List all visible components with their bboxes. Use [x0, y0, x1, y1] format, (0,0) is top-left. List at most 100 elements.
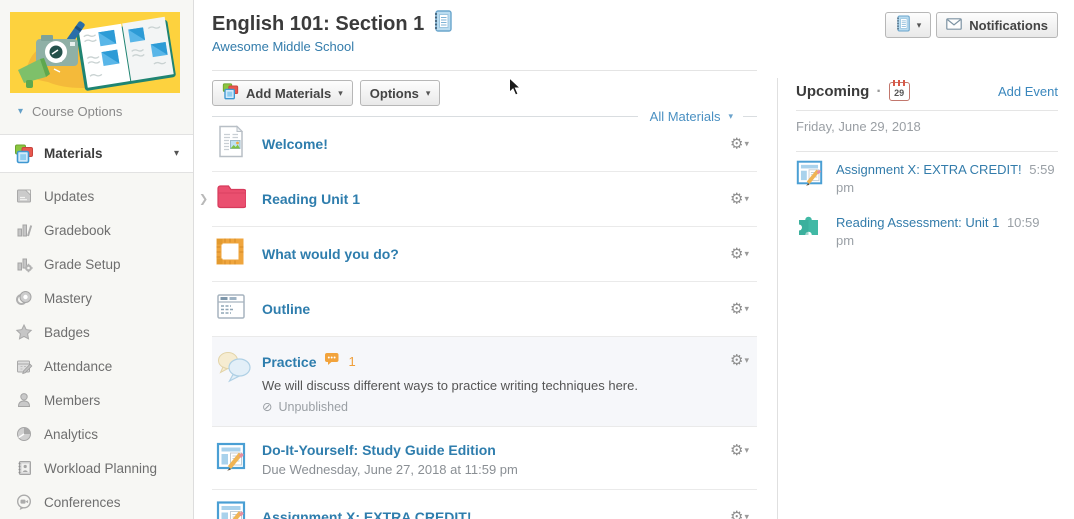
- chevron-down-icon: ▾: [744, 249, 749, 260]
- discussion-bubbles-icon: [216, 351, 252, 388]
- row-gear-menu[interactable]: ⚙ ▾: [730, 137, 749, 152]
- event-title[interactable]: Assignment X: EXTRA CREDIT!: [836, 162, 1022, 177]
- outline-page-icon: [216, 293, 246, 325]
- sidebar-item-analytics[interactable]: Analytics: [0, 417, 193, 451]
- row-gear-menu[interactable]: ⚙ ▾: [730, 443, 749, 458]
- gradebook-icon: [14, 220, 34, 240]
- sidebar-item-materials[interactable]: Materials ▾: [0, 134, 193, 173]
- chevron-down-icon: ▾: [426, 88, 431, 99]
- sidebar-item-label: Conferences: [44, 495, 121, 510]
- gear-icon: ⚙: [730, 443, 743, 458]
- material-row-outline: Outline ⚙ ▾: [212, 282, 757, 337]
- assignment-icon: [796, 159, 823, 191]
- sidebar-item-badges[interactable]: Badges: [0, 315, 193, 349]
- assignment-icon: [216, 441, 246, 476]
- chevron-down-icon: ▾: [174, 148, 179, 159]
- row-gear-menu[interactable]: ⚙ ▾: [730, 353, 749, 368]
- sidebar-item-workload-planning[interactable]: Workload Planning: [0, 451, 193, 485]
- notifications-button[interactable]: Notifications: [936, 12, 1058, 38]
- upcoming-event-reading-assessment: Reading Assessment: Unit 1 10:59 pm: [796, 205, 1058, 258]
- chevron-down-icon: ▾: [338, 88, 343, 99]
- chevron-down-icon: ▾: [744, 304, 749, 315]
- chevron-down-icon: ▾: [744, 139, 749, 150]
- chevron-down-icon: ▾: [744, 194, 749, 205]
- options-label: Options: [370, 86, 419, 101]
- sidebar-item-members[interactable]: Members: [0, 383, 193, 417]
- comment-bubble-icon: [324, 352, 340, 371]
- material-row-welcome: Welcome! ⚙ ▾: [212, 117, 757, 172]
- course-dashboard-button[interactable]: ▾: [885, 12, 932, 38]
- material-title[interactable]: Welcome!: [262, 136, 328, 152]
- notebook-icon: [895, 15, 910, 35]
- sidebar-item-label: Grade Setup: [44, 257, 121, 272]
- row-gear-menu[interactable]: ⚙ ▾: [730, 247, 749, 262]
- chevron-down-icon: ▾: [917, 20, 922, 31]
- material-title[interactable]: What would you do?: [262, 246, 399, 262]
- notifications-label: Notifications: [969, 18, 1048, 33]
- comment-count[interactable]: 1: [348, 354, 355, 369]
- mastery-icon: [14, 288, 34, 308]
- material-title[interactable]: Reading Unit 1: [262, 191, 360, 207]
- upcoming-panel: Upcoming · 29 Add Event Friday, June 29,…: [796, 82, 1058, 258]
- material-title[interactable]: Do-It-Yourself: Study Guide Edition: [262, 442, 496, 458]
- school-link[interactable]: Awesome Middle School: [212, 39, 354, 54]
- material-title[interactable]: Practice: [262, 354, 316, 370]
- sidebar-item-mastery[interactable]: Mastery: [0, 281, 193, 315]
- separator-dot: ·: [876, 83, 881, 101]
- notebook-icon: [432, 10, 452, 38]
- header-buttons: ▾ Notifications: [885, 12, 1058, 38]
- gear-icon: ⚙: [730, 247, 743, 262]
- envelope-icon: [946, 18, 962, 33]
- materials-icon: [222, 83, 239, 103]
- sidebar-item-label: Badges: [44, 325, 90, 340]
- row-gear-menu[interactable]: ⚙ ▾: [730, 302, 749, 317]
- sidebar-item-gradebook[interactable]: Gradebook: [0, 213, 193, 247]
- material-title[interactable]: Assignment X: EXTRA CREDIT!: [262, 509, 472, 519]
- members-icon: [14, 390, 34, 410]
- course-sidebar: ▾ Course Options Materials ▾: [0, 0, 194, 519]
- grade-setup-icon: [14, 254, 34, 274]
- gear-icon: ⚙: [730, 137, 743, 152]
- course-options-label: Course Options: [32, 104, 122, 119]
- material-row-assignment-x: Assignment X: EXTRA CREDIT! ⚙ ▾: [212, 490, 757, 519]
- sidebar-item-attendance[interactable]: Attendance: [0, 349, 193, 383]
- material-title[interactable]: Outline: [262, 301, 310, 317]
- calendar-day: 29: [890, 88, 909, 98]
- material-row-practice: Practice 1 We will discuss different way…: [212, 337, 757, 427]
- page-icon: [216, 125, 246, 164]
- row-gear-menu[interactable]: ⚙ ▾: [730, 192, 749, 207]
- material-description: We will discuss different ways to practi…: [262, 378, 757, 393]
- sidebar-item-label: Materials: [44, 146, 103, 161]
- materials-list: Welcome! ⚙ ▾ ❯ Reading Unit 1 ⚙ ▾: [212, 117, 757, 519]
- sidebar-item-grade-setup[interactable]: Grade Setup: [0, 247, 193, 281]
- analytics-icon: [14, 424, 34, 444]
- sidebar-item-label: Updates: [44, 189, 94, 204]
- row-gear-menu[interactable]: ⚙ ▾: [730, 510, 749, 519]
- materials-icon: [14, 144, 34, 164]
- add-materials-button[interactable]: Add Materials ▾: [212, 80, 353, 106]
- sidebar-item-conferences[interactable]: Conferences: [0, 485, 193, 519]
- sidebar-item-updates[interactable]: Updates: [0, 179, 193, 213]
- calendar-icon[interactable]: 29: [889, 82, 910, 101]
- header-divider: [212, 70, 757, 71]
- workload-planning-icon: [14, 458, 34, 478]
- upcoming-header: Upcoming · 29 Add Event: [796, 82, 1058, 101]
- add-event-link[interactable]: Add Event: [998, 84, 1058, 99]
- sidebar-item-label: Gradebook: [44, 223, 111, 238]
- gear-icon: ⚙: [730, 510, 743, 519]
- chevron-down-icon: ▾: [744, 445, 749, 456]
- course-options-toggle[interactable]: ▾ Course Options: [18, 104, 122, 119]
- unpublished-status: ⊘ Unpublished: [262, 399, 757, 414]
- gear-icon: ⚙: [730, 192, 743, 207]
- right-sidebar-divider: [777, 78, 778, 519]
- event-title[interactable]: Reading Assessment: Unit 1: [836, 215, 999, 230]
- options-button[interactable]: Options ▾: [360, 80, 441, 106]
- sidebar-item-label: Members: [44, 393, 100, 408]
- upcoming-event-assignment-x: Assignment X: EXTRA CREDIT! 5:59 pm: [796, 152, 1058, 205]
- conferences-icon: [14, 492, 34, 512]
- expand-folder-chevron-icon[interactable]: ❯: [199, 193, 208, 206]
- gear-icon: ⚙: [730, 353, 743, 368]
- course-page: ▾ Course Options Materials ▾: [0, 0, 1074, 519]
- chevron-down-icon: ▾: [744, 355, 749, 366]
- practice-title-line: Practice 1: [262, 352, 757, 371]
